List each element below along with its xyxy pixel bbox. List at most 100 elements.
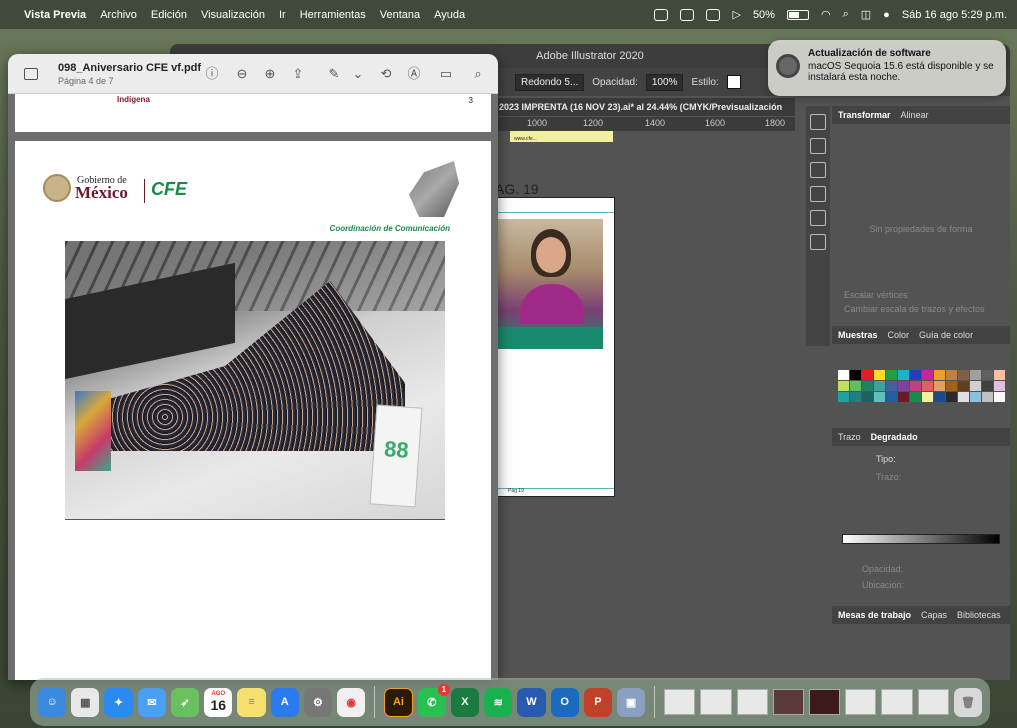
swatch[interactable] [838,381,849,391]
character-icon[interactable] [810,114,826,130]
excel-icon[interactable]: X [450,687,480,717]
tab-gradient[interactable]: Degradado [871,432,918,442]
search-icon[interactable]: ⌕ [470,66,486,82]
swatch[interactable] [922,392,933,402]
tab-color-guide[interactable]: Guía de color [919,330,973,340]
status-creative-cloud-icon[interactable] [706,8,721,21]
outlook-icon[interactable]: O [550,687,579,717]
clock[interactable]: Sáb 16 ago 5:29 p.m. [902,9,1007,21]
search-icon[interactable]: ⌕ [843,8,849,21]
menu-item[interactable]: Ventana [380,9,420,21]
menu-item[interactable]: Visualización [201,9,265,21]
minimized-window-thumbnail[interactable] [664,689,696,715]
spotify-icon[interactable]: ≋ [484,687,513,717]
glyphs-icon[interactable] [810,186,826,202]
minimized-window-thumbnail[interactable] [700,689,732,715]
swatch[interactable] [874,370,885,380]
powerpoint-icon[interactable]: P [583,687,612,717]
rotate-icon[interactable]: ⟲ [378,66,394,82]
swatch[interactable] [982,381,993,391]
menu-item[interactable]: Edición [151,9,187,21]
swatch[interactable] [898,370,909,380]
swatch[interactable] [850,370,861,380]
tab-color[interactable]: Color [888,330,910,340]
zoom-out-icon[interactable]: ⊖ [234,66,250,82]
chrome-icon[interactable]: ◉ [337,687,366,717]
software-update-notification[interactable]: Actualización de software macOS Sequoia … [768,40,1006,96]
swatch[interactable] [934,381,945,391]
swatch[interactable] [874,381,885,391]
battery-icon[interactable] [786,9,809,20]
swatch[interactable] [970,381,981,391]
swatch[interactable] [982,392,993,402]
swatch[interactable] [838,370,849,380]
minimized-window-thumbnail[interactable] [736,689,768,715]
zoom-in-icon[interactable]: ⊕ [262,66,278,82]
brush-select[interactable]: Redondo 5... [515,73,585,91]
tab-swatches[interactable]: Muestras [838,330,878,340]
tab-libraries[interactable]: Bibliotecas [957,610,1001,620]
swatch[interactable] [886,381,897,391]
menu-item[interactable]: Archivo [100,9,137,21]
document-tab[interactable]: 2023 IMPRENTA (16 NOV 23).ai* al 24.44% … [495,98,795,130]
finder-icon[interactable]: ☺ [38,687,67,717]
paragraph-icon[interactable] [810,138,826,154]
swatch[interactable] [994,392,1005,402]
control-center-icon[interactable]: ◫ [861,8,871,21]
maps-icon[interactable]: ➶ [170,687,200,717]
trash-icon[interactable]: 🗑 [953,687,983,717]
preview-icon[interactable]: ▣ [617,687,646,717]
swatch[interactable] [946,381,957,391]
share-icon[interactable]: ⇪ [290,66,306,82]
swatch[interactable] [982,370,993,380]
notes-icon[interactable]: ≡ [237,687,266,717]
menu-item[interactable]: Ayuda [434,9,465,21]
swatch[interactable] [874,392,885,402]
minimized-window-thumbnail[interactable] [917,689,949,715]
markup-icon[interactable]: Ⓐ [406,66,422,82]
sidebar-toggle-icon[interactable] [24,68,38,80]
swatch[interactable] [910,392,921,402]
swatch[interactable] [994,370,1005,380]
swatch[interactable] [862,370,873,380]
artboard[interactable]: Pág 19 [495,197,615,497]
swatch[interactable] [958,381,969,391]
launchpad-icon[interactable]: ▦ [71,687,100,717]
swatch[interactable] [922,370,933,380]
swatch-grid[interactable] [832,366,1010,406]
swatch[interactable] [898,381,909,391]
minimized-window-thumbnail[interactable] [845,689,877,715]
swatch[interactable] [958,392,969,402]
menu-app-name[interactable]: Vista Previa [24,9,86,21]
export-icon[interactable] [810,210,826,226]
swatch[interactable] [970,370,981,380]
swatch[interactable] [994,381,1005,391]
form-fill-icon[interactable]: ▭ [438,66,454,82]
siri-icon[interactable]: ● [883,9,890,21]
swatch[interactable] [910,381,921,391]
minimized-window-thumbnail[interactable] [772,689,805,715]
wifi-icon[interactable]: ◠ [821,8,831,21]
swatch[interactable] [910,370,921,380]
swatch[interactable] [970,392,981,402]
menu-item[interactable]: Herramientas [300,9,366,21]
chevron-down-icon[interactable]: ⌄ [350,66,366,82]
minimized-window-thumbnail[interactable] [881,689,913,715]
swatch[interactable] [850,392,861,402]
whatsapp-icon[interactable]: ✆ 1 [417,683,450,717]
app-store-icon[interactable]: A [270,687,299,717]
markup-pen-icon[interactable]: ✎ [326,66,342,82]
gradient-slider[interactable] [842,534,1000,544]
tab-align[interactable]: Alinear [901,110,929,120]
minimized-window-thumbnail[interactable] [809,689,841,715]
illustrator-icon[interactable]: Ai [384,687,413,717]
swatch[interactable] [850,381,861,391]
swatch[interactable] [946,370,957,380]
word-icon[interactable]: W [517,687,546,717]
opentype-icon[interactable] [810,162,826,178]
swatch[interactable] [862,392,873,402]
mail-icon[interactable]: ✉ [137,687,166,717]
opacity-field[interactable]: 100% [645,73,684,91]
tab-layers[interactable]: Capas [921,610,947,620]
tab-transform[interactable]: Transformar [838,110,891,120]
